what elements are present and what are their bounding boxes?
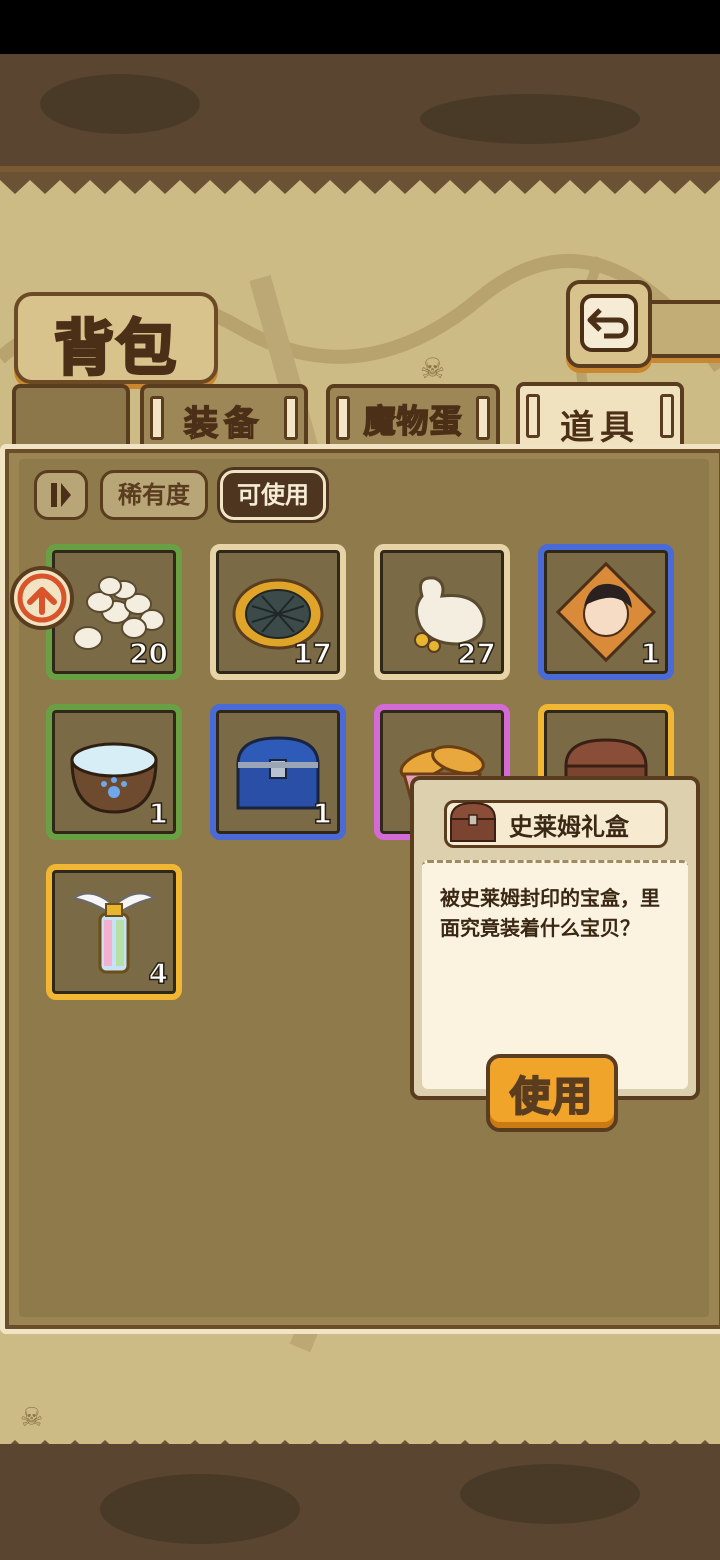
title-plate: 背包 xyxy=(14,292,218,386)
tab-monster-eggs-label: 魔物蛋 xyxy=(363,401,463,441)
item-slot-blue-chest[interactable]: 1 xyxy=(210,704,346,840)
item-name-plate: 史莱姆礼盒 xyxy=(444,800,668,848)
back-button[interactable] xyxy=(566,280,652,368)
back-button-bar xyxy=(640,300,720,358)
item-count: 17 xyxy=(292,636,332,671)
item-slot-character-card[interactable]: 1 xyxy=(538,544,674,680)
use-button-label: 使用 xyxy=(509,1073,594,1121)
svg-text:☠: ☠ xyxy=(20,1403,43,1433)
tab-left-edge xyxy=(12,384,130,444)
item-slot-water-bowl[interactable]: 1 xyxy=(46,704,182,840)
item-count: 1 xyxy=(640,636,661,671)
item-count: 20 xyxy=(128,636,168,671)
zigzag-border-top xyxy=(0,172,720,194)
item-name: 史莱姆礼盒 xyxy=(509,813,629,841)
sort-icon xyxy=(51,483,71,507)
item-slot-winged-lantern[interactable]: 4 xyxy=(46,864,182,1000)
arrow-up-icon xyxy=(17,573,67,623)
item-count: 1 xyxy=(148,796,169,831)
item-count: 4 xyxy=(148,956,169,991)
item-slot-coin-sack[interactable]: 27 xyxy=(374,544,510,680)
map-background-top xyxy=(0,54,720,166)
usable-filter-button[interactable]: 可使用 xyxy=(220,470,326,520)
tab-monster-eggs[interactable]: 魔物蛋 xyxy=(326,384,500,444)
game-screen: ☠ ☠ 背包 装备 魔物蛋 道具 稀有度 可使用 20 17 27 1 1 1 … xyxy=(0,54,720,1560)
page-title: 背包 xyxy=(53,313,178,386)
map-background-bottom xyxy=(0,1444,720,1560)
item-detail-tooltip: 史莱姆礼盒 被史莱姆封印的宝盒，里面究竟装着什么宝贝？ xyxy=(410,776,700,1100)
sort-toggle-button[interactable] xyxy=(34,470,88,520)
item-count: 1 xyxy=(312,796,333,831)
return-arrow-icon xyxy=(580,294,638,352)
svg-text:☠: ☠ xyxy=(420,352,445,385)
rarity-filter-button[interactable]: 稀有度 xyxy=(100,470,208,520)
item-count: 27 xyxy=(456,636,496,671)
upgrade-badge[interactable] xyxy=(10,566,74,630)
item-slot-grill-pie[interactable]: 17 xyxy=(210,544,346,680)
tab-equipment-label: 装备 xyxy=(183,403,264,445)
slime-gift-box-icon xyxy=(449,801,497,842)
use-button[interactable]: 使用 xyxy=(486,1054,618,1132)
tab-equipment[interactable]: 装备 xyxy=(140,384,308,445)
item-description: 被史莱姆封印的宝盒，里面究竟装着什么宝贝？ xyxy=(440,886,660,940)
tab-items-label: 道具 xyxy=(560,408,640,448)
